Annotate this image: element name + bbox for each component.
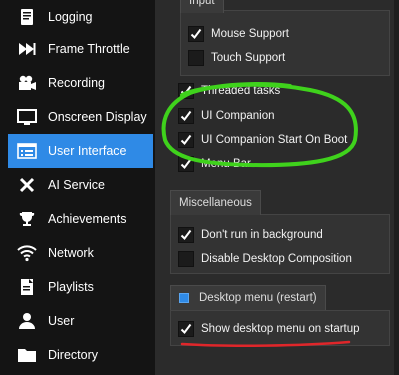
- settings-sidebar: Logging Frame Throttle Recording Onscree…: [0, 0, 156, 375]
- option-label: Don't run in background: [201, 229, 323, 241]
- menu-bar-option[interactable]: Menu Bar: [178, 153, 251, 175]
- miscellaneous-group-title: Miscellaneous: [170, 190, 261, 215]
- sidebar-item-network[interactable]: Network: [8, 236, 153, 270]
- sidebar-item-user[interactable]: User: [8, 304, 153, 338]
- sidebar-item-label: AI Service: [48, 178, 105, 192]
- dont-run-in-background-option[interactable]: Don't run in background: [178, 224, 323, 246]
- desktop-menu-group-checkbox[interactable]: [179, 293, 189, 303]
- ui-companion-option[interactable]: UI Companion: [178, 105, 275, 127]
- sidebar-item-label: Achievements: [48, 212, 127, 226]
- playlists-icon: [16, 276, 38, 298]
- ui-companion-start-on-boot-checkbox[interactable]: [178, 132, 194, 148]
- sidebar-item-label: Playlists: [48, 280, 94, 294]
- option-label: UI Companion: [201, 110, 275, 122]
- option-label: Disable Desktop Composition: [201, 253, 352, 265]
- onscreen-display-icon: [16, 106, 38, 128]
- sidebar-item-playlists[interactable]: Playlists: [8, 270, 153, 304]
- disable-desktop-composition-option[interactable]: Disable Desktop Composition: [178, 248, 352, 270]
- ai-service-icon: [16, 174, 38, 196]
- option-label: Mouse Support: [211, 28, 289, 40]
- sidebar-item-label: Frame Throttle: [48, 42, 130, 56]
- sidebar-item-frame-throttle[interactable]: Frame Throttle: [8, 32, 153, 66]
- user-interface-icon: [16, 140, 38, 162]
- sidebar-item-label: Recording: [48, 76, 105, 90]
- ui-companion-checkbox[interactable]: [178, 108, 194, 124]
- option-label: UI Companion Start On Boot: [201, 134, 348, 146]
- option-label: Show desktop menu on startup: [201, 323, 360, 335]
- sidebar-item-onscreen-display[interactable]: Onscreen Display: [8, 100, 153, 134]
- mouse-support-checkbox[interactable]: [188, 26, 204, 42]
- mouse-support-option[interactable]: Mouse Support: [188, 23, 289, 45]
- touch-support-checkbox[interactable]: [188, 50, 204, 66]
- sidebar-item-ai-service[interactable]: AI Service: [8, 168, 153, 202]
- content-scrollbar[interactable]: [394, 0, 399, 375]
- desktop-menu-group-title[interactable]: Desktop menu (restart): [170, 285, 326, 310]
- frame-throttle-icon: [16, 38, 38, 60]
- input-group-title: Input: [180, 0, 224, 13]
- folder-icon: [16, 344, 38, 366]
- sidebar-item-label: Directory: [48, 348, 99, 362]
- sidebar-item-logging[interactable]: Logging: [8, 0, 153, 34]
- ui-companion-start-on-boot-option[interactable]: UI Companion Start On Boot: [178, 129, 347, 151]
- option-label: Menu Bar: [201, 158, 251, 170]
- touch-support-option[interactable]: Touch Support: [188, 47, 285, 69]
- sidebar-item-label: Onscreen Display: [48, 110, 147, 124]
- user-icon: [16, 310, 38, 332]
- wifi-icon: [16, 242, 38, 264]
- disable-desktop-composition-checkbox[interactable]: [178, 251, 194, 267]
- logging-icon: [16, 6, 38, 28]
- recording-icon: [16, 72, 38, 94]
- sidebar-item-label: User Interface: [48, 144, 127, 158]
- sidebar-item-label: Network: [48, 246, 94, 260]
- dont-run-in-background-checkbox[interactable]: [178, 227, 194, 243]
- show-desktop-menu-on-startup-checkbox[interactable]: [178, 321, 194, 337]
- sidebar-item-achievements[interactable]: Achievements: [8, 202, 153, 236]
- sidebar-item-recording[interactable]: Recording: [8, 66, 153, 100]
- trophy-icon: [16, 208, 38, 230]
- option-label: Threaded tasks: [201, 85, 281, 97]
- menu-bar-checkbox[interactable]: [178, 156, 194, 172]
- desktop-menu-group-title-label: Desktop menu (restart): [199, 292, 317, 304]
- threaded-tasks-checkbox[interactable]: [178, 83, 194, 99]
- sidebar-item-label: Logging: [48, 10, 93, 24]
- show-desktop-menu-on-startup-option[interactable]: Show desktop menu on startup: [178, 318, 360, 340]
- threaded-tasks-option[interactable]: Threaded tasks: [178, 80, 280, 102]
- option-label: Touch Support: [211, 52, 286, 64]
- sidebar-item-directory[interactable]: Directory: [8, 338, 153, 372]
- sidebar-item-user-interface[interactable]: User Interface: [8, 134, 153, 168]
- sidebar-item-label: User: [48, 314, 75, 328]
